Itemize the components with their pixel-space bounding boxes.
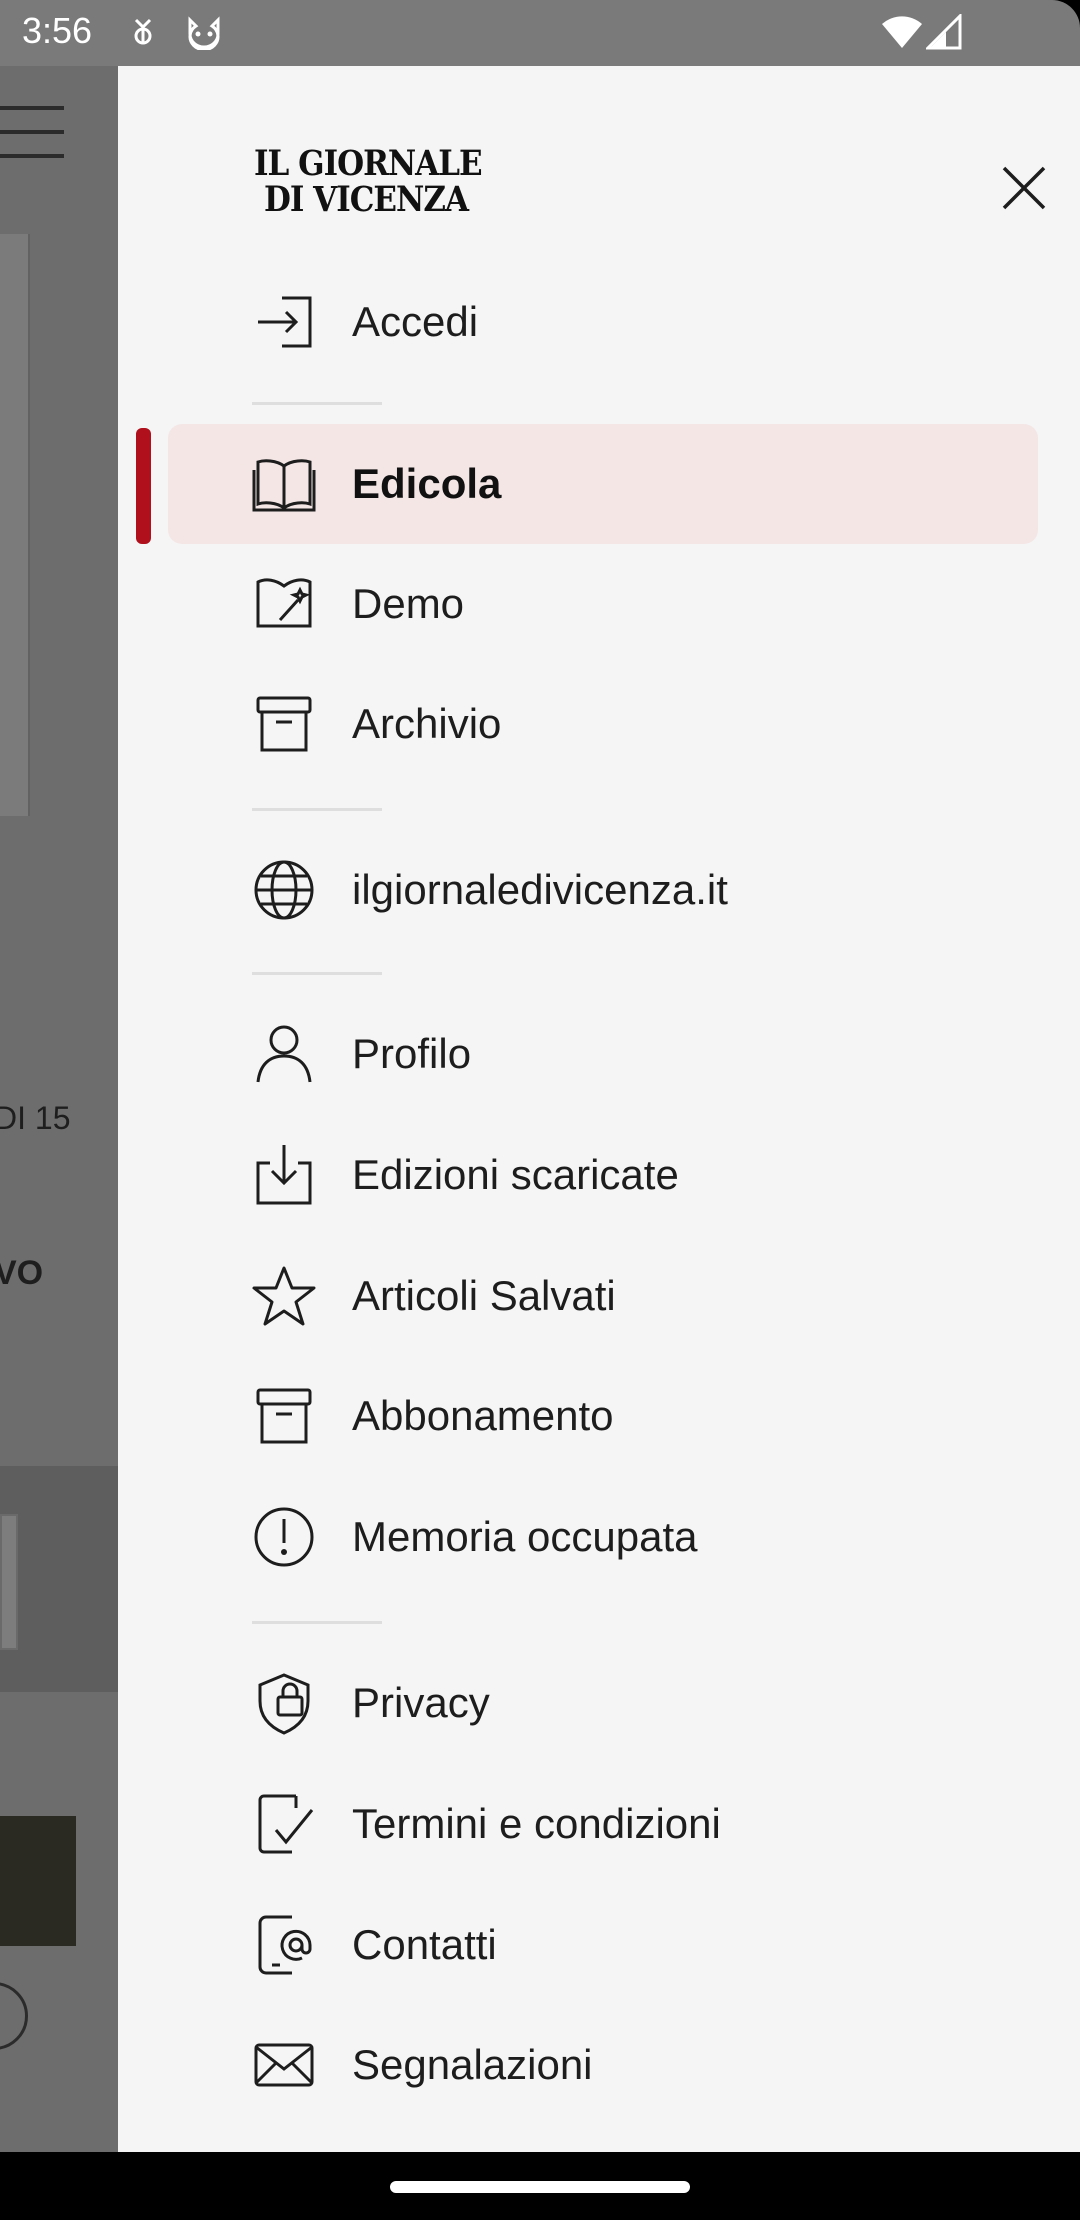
menu-item-label: Archivio (352, 700, 502, 747)
menu-item-label: Edizioni scaricate (352, 1151, 679, 1198)
background-thumbnail (0, 1816, 76, 1946)
bug-report-icon (134, 18, 152, 45)
background-text-fragment: DI 15 (0, 1100, 71, 1136)
menu-item-segnalazioni[interactable]: Segnalazioni (168, 2005, 1038, 2125)
background-card (0, 234, 30, 816)
system-navigation-bar (0, 2152, 1080, 2220)
menu-item-label: ilgiornaledivicenza.it (352, 866, 728, 913)
menu-item-label: Termini e condizioni (352, 1800, 721, 1847)
menu-item-label: Contatti (352, 1921, 497, 1968)
background-text-fragment: VO (0, 1254, 44, 1292)
menu-item-label: Profilo (352, 1030, 472, 1077)
navigation-drawer: IL GIORNALE DI VICENZA Accedi Edicola De… (118, 66, 1080, 2152)
menu-item-label: Articoli Salvati (352, 1272, 616, 1319)
star-icon (252, 1266, 316, 1326)
archive-box-icon (256, 1388, 312, 1444)
newspaper-logo: IL GIORNALE DI VICENZA (254, 146, 494, 218)
status-time: 3:56 (22, 10, 93, 51)
menu-item-demo[interactable]: Demo (168, 544, 1038, 664)
hamburger-line (0, 130, 64, 134)
magic-wand-book-icon (256, 578, 312, 628)
background-app-scrim[interactable]: DI 15 VO (0, 66, 118, 2152)
menu-item-termini[interactable]: Termini e condizioni (168, 1764, 1038, 1884)
globe-icon (254, 860, 314, 920)
login-arrow-icon (258, 296, 312, 348)
menu-item-label: Memoria occupata (352, 1513, 698, 1560)
alert-circle-icon (254, 1507, 314, 1567)
menu-item-accedi[interactable]: Accedi (168, 262, 1038, 382)
background-band-card (0, 1514, 18, 1650)
archive-box-icon (256, 696, 312, 752)
person-icon (256, 1025, 312, 1083)
active-indicator (136, 428, 151, 544)
menu-item-privacy[interactable]: Privacy (168, 1643, 1038, 1763)
menu-item-archivio[interactable]: Archivio (168, 664, 1038, 784)
menu-item-contatti[interactable]: Contatti (168, 1885, 1038, 2005)
divider (252, 808, 382, 811)
hamburger-line (0, 154, 64, 158)
menu-item-label: Abbonamento (352, 1392, 614, 1439)
menu-item-abbonamento[interactable]: Abbonamento (168, 1356, 1038, 1476)
hamburger-menu-icon (0, 106, 64, 110)
menu-item-label: Accedi (352, 298, 479, 345)
divider (252, 972, 382, 975)
menu-item-label: Segnalazioni (352, 2041, 593, 2088)
download-tray-icon (256, 1145, 312, 1205)
menu-item-edicola[interactable]: Edicola (168, 424, 1038, 544)
close-icon[interactable] (986, 150, 1062, 226)
open-book-icon (252, 459, 316, 512)
status-bar: 3:56 (0, 0, 1080, 66)
menu-item-label: Edicola (352, 460, 502, 507)
divider (252, 402, 382, 405)
menu-item-edizioni-scaricate[interactable]: Edizioni scaricate (168, 1115, 1038, 1235)
logo-line-2: DI VICENZA (264, 179, 469, 220)
menu-item-articoli-salvati[interactable]: Articoli Salvati (168, 1236, 1038, 1356)
envelope-icon (254, 2043, 314, 2087)
logo-line-1: IL GIORNALE (254, 143, 483, 185)
menu-item-memoria-occupata[interactable]: Memoria occupata (168, 1477, 1038, 1597)
home-gesture-handle[interactable] (390, 2181, 690, 2193)
menu-item-label: Demo (352, 580, 465, 627)
cat-face-icon (188, 16, 220, 50)
phone-at-icon (258, 1915, 312, 1975)
wifi-icon (882, 16, 922, 48)
document-check-icon (258, 1794, 314, 1854)
divider (252, 1621, 382, 1624)
menu-item-profilo[interactable]: Profilo (168, 994, 1038, 1114)
menu-item-website[interactable]: ilgiornaledivicenza.it (168, 830, 1038, 950)
menu-item-label: Privacy (352, 1679, 490, 1726)
signal-icon (926, 14, 962, 50)
shield-lock-icon (258, 1673, 310, 1735)
background-globe-icon (0, 1982, 28, 2050)
